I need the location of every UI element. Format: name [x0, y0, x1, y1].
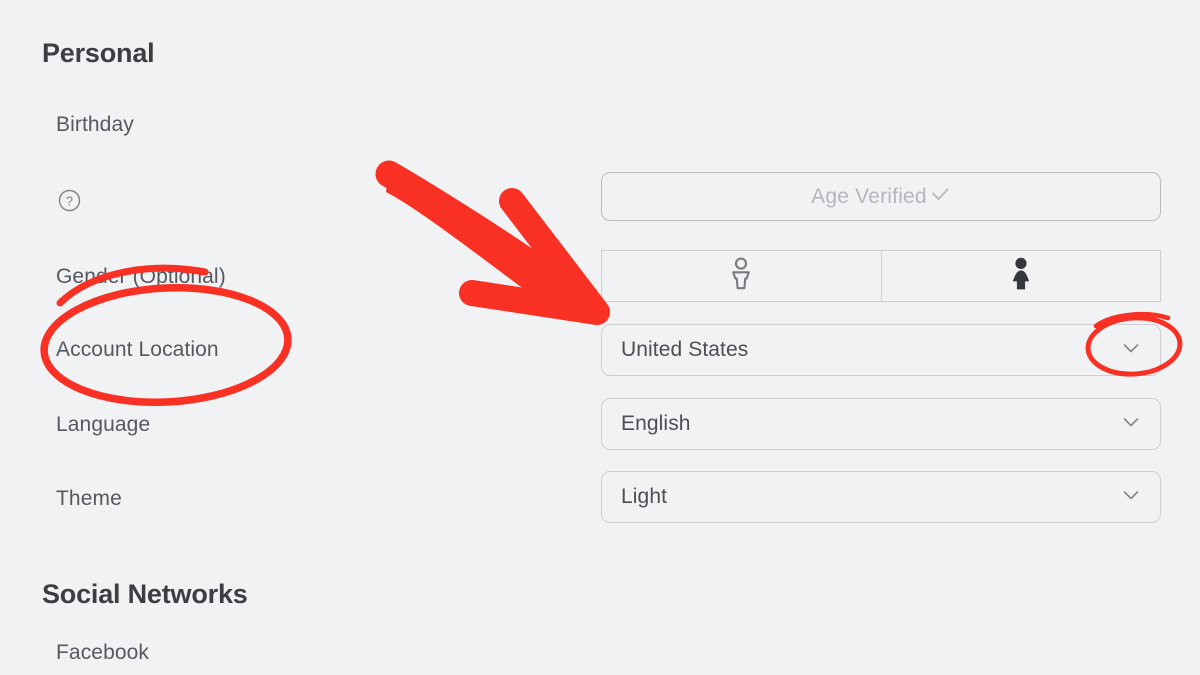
female-person-icon	[1008, 257, 1034, 296]
field-label-theme: Theme	[56, 487, 122, 510]
language-value: English	[621, 412, 691, 435]
field-label-birthday: Birthday	[56, 113, 134, 136]
settings-page: Personal Birthday ? Gender (Optional) Ac…	[0, 0, 1200, 675]
gender-option-male[interactable]	[602, 251, 881, 301]
gender-option-female[interactable]	[880, 251, 1161, 301]
svg-text:?: ?	[66, 194, 73, 208]
age-verified-button[interactable]: Age Verified	[601, 172, 1161, 221]
field-label-facebook: Facebook	[56, 641, 150, 664]
section-heading-personal: Personal	[42, 38, 155, 68]
age-verified-label: Age Verified	[811, 184, 927, 208]
field-label-language: Language	[56, 413, 151, 436]
theme-dropdown[interactable]: Light	[601, 471, 1161, 523]
question-mark-circle-icon[interactable]: ?	[58, 189, 81, 212]
annotation-arrow	[375, 160, 610, 325]
theme-value: Light	[621, 485, 668, 508]
gender-toggle-group[interactable]	[601, 250, 1161, 302]
account-location-value: United States	[621, 338, 749, 361]
male-person-icon	[728, 257, 754, 296]
chevron-down-icon[interactable]	[1120, 484, 1142, 511]
account-location-dropdown[interactable]: United States	[601, 324, 1161, 376]
field-label-account-location: Account Location	[56, 338, 219, 361]
chevron-down-icon[interactable]	[1120, 411, 1142, 438]
chevron-down-icon[interactable]	[1120, 337, 1142, 364]
section-heading-social-networks: Social Networks	[42, 579, 248, 609]
field-label-gender: Gender (Optional)	[56, 265, 226, 288]
check-icon	[929, 183, 951, 210]
language-dropdown[interactable]: English	[601, 398, 1161, 450]
